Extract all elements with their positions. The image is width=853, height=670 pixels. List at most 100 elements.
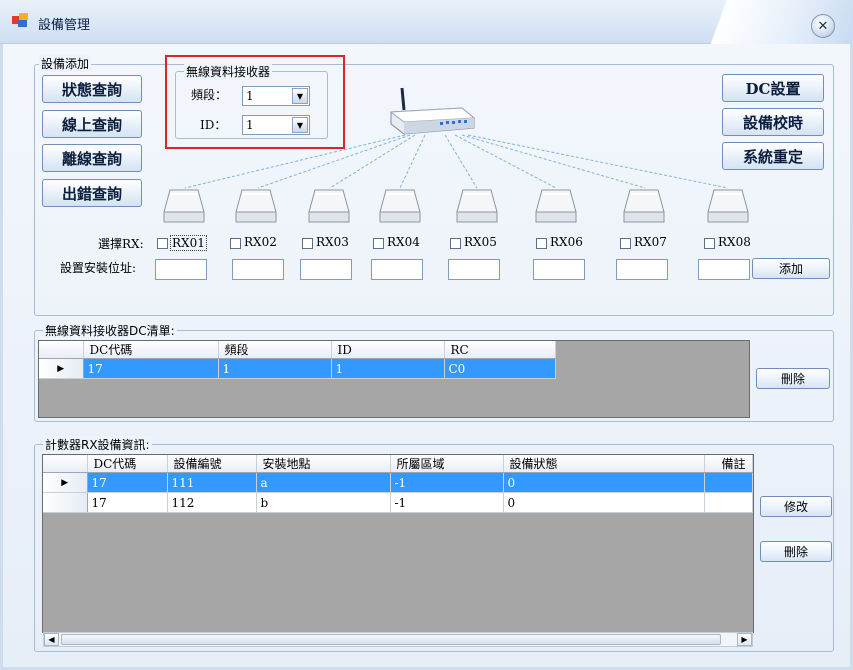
band-label: 頻段：	[191, 88, 228, 102]
table-cell[interactable]: 1	[331, 358, 445, 379]
rx-device-icon	[535, 189, 577, 223]
dc-delete-button[interactable]: 刪除	[756, 368, 830, 389]
error-query-button[interactable]: 出錯查詢	[42, 179, 142, 207]
rx02-label: RX02	[244, 235, 277, 249]
rx06-address-input[interactable]	[533, 259, 585, 280]
rx04-label: RX04	[387, 235, 420, 249]
rx-info-table: DC代碼 設備編號 安裝地點 所屬區域 設備狀態 備註 ▶ 17 111 a -…	[43, 455, 753, 513]
table-cell[interactable]	[704, 492, 753, 513]
table-row[interactable]: ▶ 17 111 a -1 0	[43, 472, 753, 493]
rx05-checkbox[interactable]	[450, 238, 461, 249]
install-address-label: 設置安裝位址:	[60, 261, 137, 275]
row-selector-icon[interactable]: ▶	[43, 472, 88, 493]
system-reset-button[interactable]: 系統重定	[722, 142, 824, 170]
app-icon	[12, 13, 28, 27]
rx04-address-input[interactable]	[371, 259, 423, 280]
device-add-group-label: 設備添加	[39, 55, 92, 72]
title-bar: 設備管理 ✕	[0, 0, 853, 44]
rx01-address-input[interactable]	[155, 259, 207, 280]
dc-list-grid[interactable]: DC代碼 頻段 ID RC ▶ 17 1 1 C0	[38, 340, 750, 418]
rx01-label: RX01	[170, 235, 207, 251]
scroll-left-icon[interactable]: ◀	[44, 633, 59, 646]
table-cell[interactable]	[704, 472, 753, 493]
row-selector-icon[interactable]: ▶	[39, 358, 84, 379]
column-header[interactable]: 設備狀態	[503, 455, 705, 473]
table-cell[interactable]: 112	[167, 492, 257, 513]
band-select[interactable]: 1 ▼	[242, 86, 310, 106]
table-cell[interactable]: 111	[167, 472, 257, 493]
rx03-label: RX03	[316, 235, 349, 249]
dc-list-group-label: 無線資料接收器DC清單:	[43, 322, 177, 339]
dc-settings-button[interactable]: DC設置	[722, 74, 824, 102]
rx-info-group-label: 計數器RX設備資訊:	[43, 436, 152, 453]
rx08-address-input[interactable]	[698, 259, 750, 280]
table-cell[interactable]: 1	[218, 358, 332, 379]
column-header[interactable]: 安裝地點	[256, 455, 391, 473]
column-header[interactable]: DC代碼	[83, 341, 219, 359]
table-cell[interactable]: 0	[503, 472, 705, 493]
rx-device-icon	[623, 189, 665, 223]
table-row[interactable]: ▶ 17 1 1 C0	[39, 358, 556, 379]
scroll-right-icon[interactable]: ▶	[737, 633, 752, 646]
rx04-checkbox[interactable]	[373, 238, 384, 249]
rx02-address-input[interactable]	[232, 259, 284, 280]
receiver-group-label: 無線資料接收器	[184, 63, 273, 80]
rx-device-icon	[707, 189, 749, 223]
table-row[interactable]: 17 112 b -1 0	[43, 492, 753, 513]
status-query-button[interactable]: 狀態查詢	[42, 75, 142, 103]
window-title: 設備管理	[38, 18, 91, 33]
rx01-checkbox[interactable]	[157, 238, 168, 249]
column-header[interactable]: DC代碼	[87, 455, 168, 473]
rx07-checkbox[interactable]	[620, 238, 631, 249]
rx07-label: RX07	[634, 235, 667, 249]
table-cell[interactable]: -1	[390, 492, 504, 513]
id-label: ID：	[200, 118, 227, 132]
rx-device-icon	[235, 189, 277, 223]
column-header[interactable]: 備註	[704, 455, 753, 473]
band-select-value: 1	[246, 89, 254, 103]
table-cell[interactable]: -1	[390, 472, 504, 493]
rx05-label: RX05	[464, 235, 497, 249]
table-cell[interactable]: 0	[503, 492, 705, 513]
add-button[interactable]: 添加	[752, 258, 830, 279]
close-button[interactable]: ✕	[811, 14, 835, 38]
table-cell[interactable]: b	[256, 492, 391, 513]
select-rx-label: 選擇RX:	[98, 237, 144, 251]
rx08-checkbox[interactable]	[704, 238, 715, 249]
dc-list-table: DC代碼 頻段 ID RC ▶ 17 1 1 C0	[39, 341, 556, 379]
rx06-label: RX06	[550, 235, 583, 249]
chevron-down-icon[interactable]: ▼	[292, 88, 308, 104]
offline-query-button[interactable]: 離線查詢	[42, 144, 142, 172]
row-header[interactable]	[43, 492, 88, 513]
rx05-address-input[interactable]	[448, 259, 500, 280]
horizontal-scrollbar[interactable]: ◀ ▶	[43, 632, 753, 647]
scrollbar-thumb[interactable]	[61, 634, 721, 645]
rx03-checkbox[interactable]	[302, 238, 313, 249]
rx07-address-input[interactable]	[616, 259, 668, 280]
column-header[interactable]: RC	[444, 341, 556, 359]
rx-edit-button[interactable]: 修改	[760, 496, 832, 517]
table-cell[interactable]: 17	[83, 358, 219, 379]
id-select-value: 1	[246, 118, 254, 132]
id-select[interactable]: 1 ▼	[242, 115, 310, 135]
rx-delete-button[interactable]: 刪除	[760, 541, 832, 562]
table-cell[interactable]: 17	[87, 492, 168, 513]
chevron-down-icon[interactable]: ▼	[292, 117, 308, 133]
column-header[interactable]: 頻段	[218, 341, 332, 359]
row-header-corner	[43, 455, 88, 473]
rx02-checkbox[interactable]	[230, 238, 241, 249]
rx-device-icon	[308, 189, 350, 223]
column-header[interactable]: ID	[331, 341, 445, 359]
table-cell[interactable]: C0	[444, 358, 556, 379]
rx03-address-input[interactable]	[300, 259, 352, 280]
table-cell[interactable]: a	[256, 472, 391, 493]
rx-info-grid[interactable]: DC代碼 設備編號 安裝地點 所屬區域 設備狀態 備註 ▶ 17 111 a -…	[42, 454, 754, 633]
close-icon: ✕	[817, 18, 829, 34]
device-time-sync-button[interactable]: 設備校時	[722, 108, 824, 136]
column-header[interactable]: 所屬區域	[390, 455, 504, 473]
rx08-label: RX08	[718, 235, 751, 249]
column-header[interactable]: 設備編號	[167, 455, 257, 473]
online-query-button[interactable]: 線上查詢	[42, 110, 142, 138]
table-cell[interactable]: 17	[87, 472, 168, 493]
rx06-checkbox[interactable]	[536, 238, 547, 249]
